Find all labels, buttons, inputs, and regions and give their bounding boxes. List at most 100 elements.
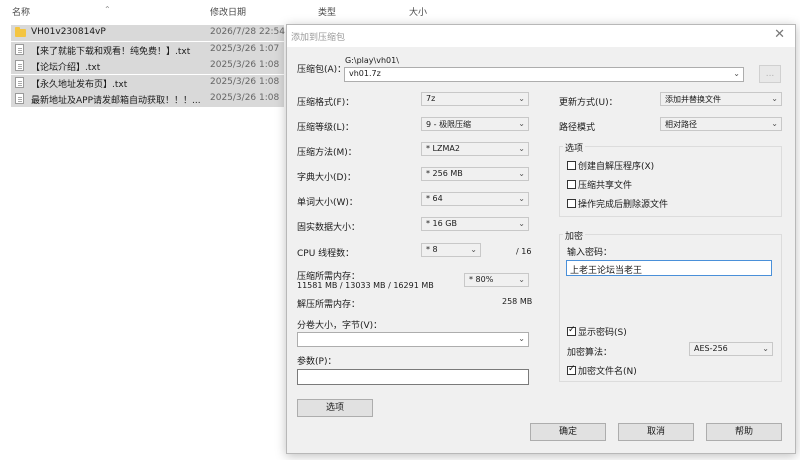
create-sfx-checkbox[interactable]: 创建自解压程序(X) — [567, 159, 654, 172]
encryption-group-title: 加密 — [563, 229, 586, 242]
delete-after-label: 操作完成后删除源文件 — [578, 200, 669, 210]
cpu-threads-value: * 8 — [426, 245, 438, 254]
add-to-archive-dialog: 添加到压缩包 ✕ 压缩包(A)： G:\play\vh01\ vh01.7z ⌄… — [286, 24, 796, 454]
split-volume-label: 分卷大小，字节(V)： — [297, 321, 383, 331]
file-name: 【论坛介绍】.txt — [31, 63, 101, 73]
split-volume-combo[interactable]: ⌄ — [297, 332, 529, 347]
decompress-memory-label: 解压所需内存： — [297, 300, 361, 310]
path-mode-value: 相对路径 — [665, 120, 697, 129]
chevron-down-icon: ⌄ — [771, 119, 778, 128]
decompress-memory-value: 258 MB — [502, 297, 533, 306]
cpu-threads-select[interactable]: * 8 ⌄ — [421, 243, 481, 257]
encrypt-filenames-label: 加密文件名(N) — [578, 367, 637, 377]
column-size[interactable]: 大小 — [409, 5, 427, 18]
chevron-down-icon: ⌄ — [518, 275, 525, 284]
update-mode-select[interactable]: 添加并替换文件 ⌄ — [660, 92, 782, 106]
archive-label: 压缩包(A)： — [297, 65, 347, 75]
text-file-icon — [15, 77, 24, 88]
column-type[interactable]: 类型 — [318, 5, 336, 18]
options-button[interactable]: 选项 — [297, 399, 373, 417]
password-value: 上老王论坛当老王 — [570, 266, 643, 276]
password-input[interactable]: 上老王论坛当老王 — [566, 260, 772, 276]
column-modified[interactable]: 修改日期 — [210, 5, 246, 18]
update-mode-label: 更新方式(U)： — [559, 98, 618, 108]
archive-path: G:\play\vh01\ — [345, 56, 399, 65]
checkbox-box — [567, 161, 576, 170]
file-row[interactable]: VH01v230814vP 2026/7/28 22:54 — [11, 25, 285, 41]
file-name: 【永久地址发布页】.txt — [31, 80, 128, 90]
chevron-down-icon: ⌄ — [518, 94, 525, 103]
solid-block-label: 固实数据大小： — [297, 223, 361, 233]
chevron-down-icon: ⌄ — [733, 69, 740, 78]
method-label: 压缩方法(M)： — [297, 148, 357, 158]
archive-name-combo[interactable]: vh01.7z ⌄ — [344, 67, 744, 82]
dictionary-label: 字典大小(D)： — [297, 173, 356, 183]
word-size-value: * 64 — [426, 194, 443, 203]
compress-shared-label: 压缩共享文件 — [578, 181, 633, 191]
parameters-label: 参数(P)： — [297, 357, 337, 367]
dictionary-select[interactable]: * 256 MB ⌄ — [421, 167, 529, 181]
checkbox-box — [567, 180, 576, 189]
chevron-down-icon: ⌄ — [518, 219, 525, 228]
encrypt-filenames-checkbox[interactable]: 加密文件名(N) — [567, 364, 637, 377]
method-select[interactable]: * LZMA2 ⌄ — [421, 142, 529, 156]
word-size-select[interactable]: * 64 ⌄ — [421, 192, 529, 206]
word-size-label: 单词大小(W)： — [297, 198, 358, 208]
encryption-method-select[interactable]: AES-256 ⌄ — [689, 342, 773, 356]
encryption-method-value: AES-256 — [694, 344, 728, 353]
password-label: 输入密码： — [567, 248, 613, 258]
path-mode-label: 路径模式 — [559, 123, 596, 133]
checkbox-checked — [567, 364, 576, 375]
file-date: 2025/3/26 1:07 — [210, 44, 280, 54]
chevron-down-icon: ⌄ — [470, 245, 477, 254]
dialog-title: 添加到压缩包 — [291, 33, 346, 43]
file-row[interactable]: 【永久地址发布页】.txt 2025/3/26 1:08 — [11, 75, 284, 91]
cpu-threads-max: / 16 — [516, 247, 532, 256]
file-name: 最新地址及APP请发邮箱自动获取！！！... — [31, 96, 201, 106]
file-date: 2025/3/26 1:08 — [210, 93, 280, 103]
file-date: 2025/3/26 1:08 — [210, 77, 280, 87]
chevron-down-icon: ⌄ — [518, 194, 525, 203]
column-header: 名称 ⌃ 修改日期 类型 大小 — [0, 0, 470, 22]
chevron-down-icon: ⌄ — [762, 344, 769, 353]
chevron-down-icon: ⌄ — [518, 144, 525, 153]
level-label: 压缩等级(L)： — [297, 123, 355, 133]
create-sfx-label: 创建自解压程序(X) — [578, 162, 655, 172]
browse-button[interactable]: ... — [759, 65, 781, 83]
method-value: * LZMA2 — [426, 144, 460, 153]
level-select[interactable]: 9 - 极限压缩 ⌄ — [421, 117, 529, 131]
file-row[interactable]: 【来了就能下载和观看！纯免费！】.txt 2025/3/26 1:07 — [11, 42, 284, 58]
checkbox-box — [567, 199, 576, 208]
file-row[interactable]: 【论坛介绍】.txt 2025/3/26 1:08 — [11, 58, 284, 74]
cpu-threads-label: CPU 线程数： — [297, 249, 355, 259]
sort-ascending-icon: ⌃ — [104, 5, 111, 14]
parameters-input[interactable] — [297, 369, 529, 385]
level-value: 9 - 极限压缩 — [426, 120, 472, 129]
format-select[interactable]: 7z ⌄ — [421, 92, 529, 106]
column-name[interactable]: 名称 — [12, 5, 30, 18]
delete-after-checkbox[interactable]: 操作完成后删除源文件 — [567, 197, 668, 210]
dialog-titlebar[interactable]: 添加到压缩包 ✕ — [287, 25, 795, 47]
memory-usage-select[interactable]: * 80% ⌄ — [464, 273, 529, 287]
chevron-down-icon: ⌄ — [771, 94, 778, 103]
file-row[interactable]: 最新地址及APP请发邮箱自动获取！！！... 2025/3/26 1:08 — [11, 91, 284, 107]
close-icon[interactable]: ✕ — [774, 27, 785, 42]
compress-memory-detail: 11581 MB / 13033 MB / 16291 MB — [297, 281, 434, 290]
show-password-checkbox[interactable]: 显示密码(S) — [567, 325, 627, 338]
update-mode-value: 添加并替换文件 — [665, 95, 721, 104]
file-date: 2026/7/28 22:54 — [210, 27, 285, 37]
file-date: 2025/3/26 1:08 — [210, 60, 280, 70]
folder-icon — [15, 27, 26, 37]
memory-usage-value: * 80% — [469, 275, 494, 284]
text-file-icon — [15, 60, 24, 71]
show-password-label: 显示密码(S) — [578, 328, 627, 338]
cancel-button[interactable]: 取消 — [618, 423, 694, 441]
encryption-method-label: 加密算法： — [567, 348, 613, 358]
path-mode-select[interactable]: 相对路径 ⌄ — [660, 117, 782, 131]
help-button[interactable]: 帮助 — [706, 423, 782, 441]
solid-block-select[interactable]: * 16 GB ⌄ — [421, 217, 529, 231]
compress-shared-checkbox[interactable]: 压缩共享文件 — [567, 178, 632, 191]
checkbox-checked — [567, 325, 576, 336]
ok-button[interactable]: 确定 — [530, 423, 606, 441]
text-file-icon — [15, 93, 24, 104]
